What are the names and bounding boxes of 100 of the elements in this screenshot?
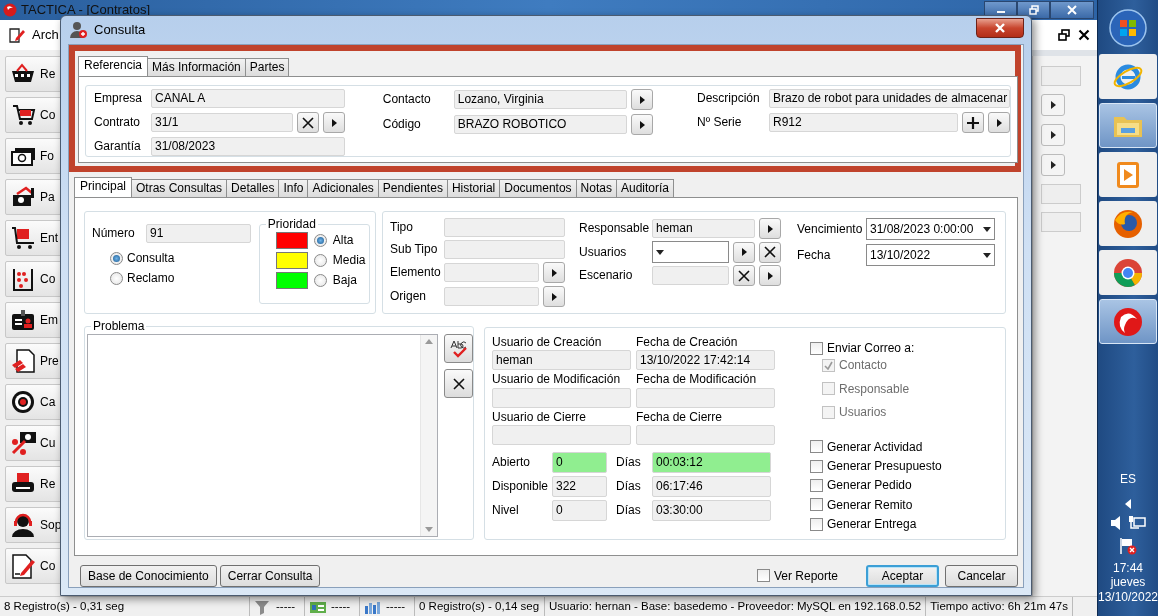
- menu-item[interactable]: Arch: [32, 27, 59, 43]
- field-label: Número: [92, 226, 136, 241]
- taskbar-button[interactable]: [1099, 152, 1157, 197]
- text-field[interactable]: 31/08/2023: [151, 137, 345, 156]
- text-field[interactable]: [444, 218, 565, 237]
- spellcheck-button[interactable]: [444, 334, 473, 363]
- taskbar-button[interactable]: [1099, 299, 1157, 344]
- checkbox-label: Usuarios: [839, 405, 887, 420]
- arrow-button[interactable]: [543, 262, 565, 283]
- tab[interactable]: Detalles: [226, 179, 280, 197]
- checkbox[interactable]: [810, 440, 823, 454]
- tab[interactable]: Pendientes: [377, 179, 448, 197]
- tab[interactable]: Auditoría: [615, 179, 674, 197]
- checkbox[interactable]: [810, 459, 823, 473]
- field-label: Usuarios: [579, 244, 628, 260]
- action-button[interactable]: Base de Conocimiento: [80, 565, 217, 587]
- text-field[interactable]: 0: [552, 452, 607, 474]
- language-indicator[interactable]: ES: [1120, 472, 1136, 487]
- action-button[interactable]: Cerrar Consulta: [219, 565, 321, 587]
- text-field[interactable]: 91: [146, 224, 251, 243]
- text-field[interactable]: [652, 266, 729, 285]
- text-field[interactable]: [444, 240, 565, 259]
- checkbox[interactable]: [810, 517, 823, 531]
- text-field[interactable]: 31/1: [151, 113, 293, 132]
- clear-button[interactable]: [733, 265, 755, 286]
- checkbox[interactable]: [756, 569, 770, 583]
- checkbox[interactable]: [810, 341, 823, 355]
- tab[interactable]: Otras Consultas: [131, 179, 228, 197]
- tab[interactable]: Notas: [575, 179, 617, 197]
- tab[interactable]: Principal: [74, 177, 133, 197]
- field-label: Días: [616, 455, 642, 470]
- text-field[interactable]: BRAZO ROBOTICO: [453, 115, 627, 134]
- arrow-button[interactable]: [988, 112, 1010, 133]
- text-field[interactable]: 13/10/2022 17:42:14: [636, 350, 775, 371]
- text-field[interactable]: [636, 387, 775, 408]
- user-add-icon: [70, 21, 88, 39]
- tab[interactable]: Más Información: [147, 58, 246, 76]
- dropdown-field[interactable]: 31/08/2023 0:00:00: [866, 218, 995, 240]
- text-field[interactable]: [444, 287, 539, 306]
- taskbar-button[interactable]: [1099, 201, 1157, 246]
- text-field[interactable]: [492, 387, 631, 408]
- clock-time[interactable]: 17:44: [1113, 560, 1143, 576]
- clock-date[interactable]: 13/10/2022: [1097, 589, 1158, 604]
- radio-button[interactable]: [110, 272, 123, 286]
- arrow-button[interactable]: [759, 218, 781, 239]
- text-field[interactable]: [492, 425, 631, 446]
- tab[interactable]: Documentos: [499, 179, 577, 197]
- text-field[interactable]: R912: [769, 113, 958, 132]
- dialog-button[interactable]: Aceptar: [866, 565, 939, 587]
- field-label: Descripción: [697, 91, 761, 106]
- taskbar-button[interactable]: [1099, 54, 1157, 99]
- clear-button[interactable]: [444, 369, 473, 398]
- arrow-button[interactable]: [733, 241, 755, 263]
- dropdown-field[interactable]: [652, 241, 729, 263]
- tab[interactable]: Historial: [446, 179, 501, 197]
- close-button[interactable]: [1050, 1, 1094, 19]
- dropdown-field[interactable]: 13/10/2022: [866, 244, 995, 266]
- text-field[interactable]: Brazo de robot para unidades de almacenar: [769, 89, 1010, 108]
- text-field[interactable]: 06:17:46: [652, 476, 771, 498]
- text-field[interactable]: heman: [652, 219, 755, 238]
- arrow-button[interactable]: [322, 112, 345, 133]
- arrow-button[interactable]: [1041, 94, 1065, 116]
- text-field[interactable]: [1041, 184, 1081, 204]
- taskbar-button[interactable]: [1099, 250, 1157, 295]
- text-field[interactable]: 322: [552, 476, 607, 498]
- text-field[interactable]: 03:30:00: [652, 500, 771, 522]
- radio-button[interactable]: [313, 274, 327, 287]
- text-field[interactable]: heman: [492, 350, 631, 371]
- arrow-button[interactable]: [543, 286, 565, 307]
- add-button[interactable]: [962, 112, 984, 133]
- clock-day[interactable]: jueves: [1110, 575, 1146, 590]
- clear-button[interactable]: [759, 241, 781, 263]
- text-field[interactable]: [1041, 66, 1081, 86]
- restore-button[interactable]: [1017, 1, 1050, 19]
- tab[interactable]: Info: [278, 179, 309, 197]
- arrow-button[interactable]: [1041, 154, 1065, 176]
- dialog-button[interactable]: Cancelar: [945, 565, 1018, 587]
- arrow-button[interactable]: [759, 265, 781, 286]
- arrow-button[interactable]: [631, 114, 653, 135]
- text-field[interactable]: [636, 425, 775, 446]
- taskbar-button[interactable]: [1099, 103, 1157, 148]
- text-field[interactable]: [444, 263, 539, 282]
- close-button[interactable]: [976, 18, 1024, 38]
- tab[interactable]: Adicionales: [307, 179, 379, 197]
- tab[interactable]: Partes: [244, 58, 290, 76]
- text-field[interactable]: 00:03:12: [652, 452, 771, 474]
- checkbox[interactable]: [810, 479, 823, 493]
- arrow-button[interactable]: [1041, 124, 1065, 146]
- app-logo-icon: [1112, 305, 1144, 338]
- checkbox[interactable]: [810, 498, 823, 512]
- text-field[interactable]: 0: [552, 500, 607, 522]
- clear-button[interactable]: [296, 112, 319, 133]
- text-field[interactable]: Lozano, Virginia: [453, 90, 627, 109]
- radio-button[interactable]: [313, 254, 327, 267]
- radio-button[interactable]: [313, 234, 327, 247]
- tab[interactable]: Referencia: [78, 56, 149, 76]
- text-field[interactable]: [1041, 212, 1081, 232]
- arrow-button[interactable]: [631, 89, 653, 110]
- radio-button[interactable]: [110, 251, 123, 265]
- text-field[interactable]: CANAL A: [151, 89, 345, 108]
